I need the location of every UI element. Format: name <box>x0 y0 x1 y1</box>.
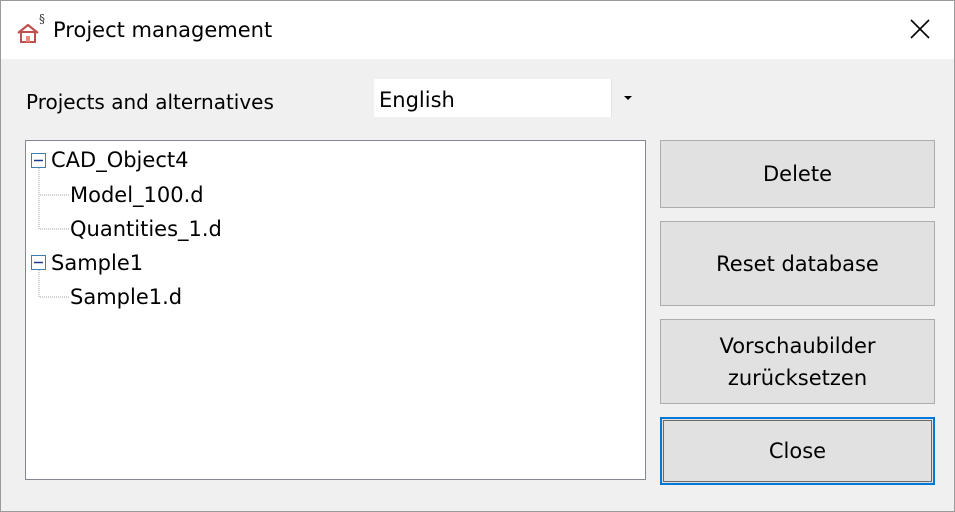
collapse-icon[interactable] <box>31 153 46 168</box>
tree-project-node[interactable]: CAD_Object4 <box>51 147 188 173</box>
title-bar: § Project management <box>1 1 954 59</box>
collapse-icon[interactable] <box>31 255 46 270</box>
delete-button[interactable]: Delete <box>660 140 935 208</box>
tree-project-node[interactable]: Sample1 <box>51 250 143 276</box>
tree-alternative-node[interactable]: Model_100.d <box>70 182 204 208</box>
reset-previews-button-label: Vorschaubilder zurücksetzen <box>719 333 876 390</box>
close-button[interactable]: Close <box>660 417 935 485</box>
language-value: English <box>379 88 455 112</box>
tree-alternative-node[interactable]: Quantities_1.d <box>70 216 222 242</box>
caret-down-icon[interactable] <box>611 79 644 117</box>
close-icon[interactable] <box>898 13 942 47</box>
project-tree[interactable]: CAD_Object4 Model_100.d Quantities_1.d S… <box>25 140 646 480</box>
delete-button-label: Delete <box>763 162 832 186</box>
reset-database-button[interactable]: Reset database <box>660 221 935 306</box>
svg-text:§: § <box>39 13 45 26</box>
projects-label: Projects and alternatives <box>26 90 274 114</box>
house-section-icon: § <box>15 12 49 45</box>
close-button-label: Close <box>768 439 827 463</box>
project-management-dialog: § Project management Projects and altern… <box>0 0 955 512</box>
reset-previews-button[interactable]: Vorschaubilder zurücksetzen <box>660 319 935 404</box>
tree-alternative-node[interactable]: Sample1.d <box>70 284 182 310</box>
window-title: Project management <box>53 18 273 42</box>
reset-database-button-label: Reset database <box>716 251 879 276</box>
language-select[interactable]: English <box>373 78 645 118</box>
